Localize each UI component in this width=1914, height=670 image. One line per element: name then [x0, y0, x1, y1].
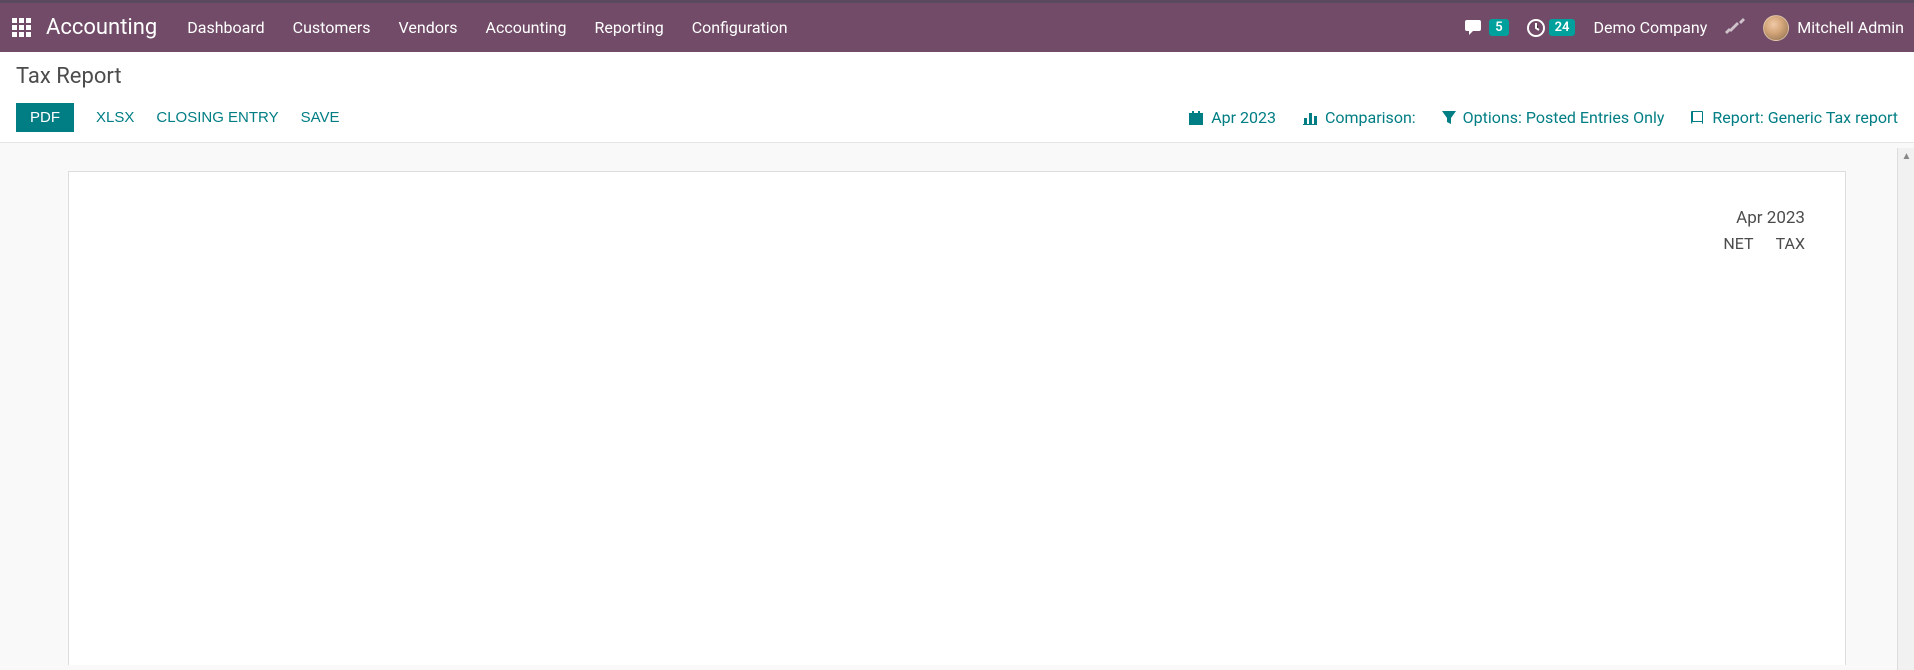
- action-buttons: PDF XLSX CLOSING ENTRY SAVE: [16, 103, 340, 132]
- save-button[interactable]: SAVE: [301, 109, 340, 126]
- calendar-icon: [1188, 110, 1204, 126]
- main-menu: Dashboard Customers Vendors Accounting R…: [187, 18, 787, 37]
- report-label: Report: Generic Tax report: [1712, 108, 1898, 127]
- report-header: Apr 2023 NET TAX: [109, 208, 1805, 253]
- activities-badge: 24: [1549, 19, 1576, 36]
- comparison-label: Comparison:: [1325, 108, 1416, 127]
- page-title: Tax Report: [16, 64, 1898, 89]
- col-tax: TAX: [1776, 234, 1805, 253]
- menu-dashboard[interactable]: Dashboard: [187, 18, 264, 37]
- control-panel: Tax Report PDF XLSX CLOSING ENTRY SAVE A…: [0, 52, 1914, 143]
- messages-badge: 5: [1489, 19, 1508, 36]
- pdf-button[interactable]: PDF: [16, 103, 74, 132]
- book-icon: [1690, 110, 1705, 125]
- options-label: Options: Posted Entries Only: [1463, 108, 1665, 127]
- scroll-up-icon[interactable]: ▲: [1898, 148, 1914, 165]
- content-area: Apr 2023 NET TAX: [0, 143, 1914, 665]
- menu-customers[interactable]: Customers: [293, 18, 371, 37]
- report-card: Apr 2023 NET TAX: [68, 171, 1846, 665]
- top-navbar: Accounting Dashboard Customers Vendors A…: [0, 0, 1914, 52]
- activities-button[interactable]: 24: [1527, 19, 1576, 37]
- chat-icon: [1465, 20, 1485, 36]
- filter-bar: Apr 2023 Comparison: Options: Posted Ent…: [1188, 108, 1898, 127]
- user-menu[interactable]: Mitchell Admin: [1763, 15, 1904, 41]
- comparison-filter[interactable]: Comparison:: [1302, 108, 1416, 127]
- filter-icon: [1442, 111, 1456, 125]
- xlsx-button[interactable]: XLSX: [96, 109, 134, 126]
- clock-icon: [1527, 19, 1545, 37]
- period-label: Apr 2023: [1211, 108, 1276, 127]
- report-subcolumns: NET TAX: [1723, 234, 1805, 253]
- debug-icon[interactable]: [1725, 16, 1745, 40]
- menu-configuration[interactable]: Configuration: [692, 18, 788, 37]
- period-filter[interactable]: Apr 2023: [1188, 108, 1276, 127]
- report-filter[interactable]: Report: Generic Tax report: [1690, 108, 1898, 127]
- closing-entry-button[interactable]: CLOSING ENTRY: [156, 109, 278, 126]
- menu-reporting[interactable]: Reporting: [594, 18, 663, 37]
- report-period-label: Apr 2023: [1723, 208, 1805, 228]
- bar-chart-icon: [1302, 110, 1318, 126]
- app-title[interactable]: Accounting: [46, 15, 157, 40]
- topbar-right: 5 24 Demo Company Mitchell Admin: [1465, 15, 1904, 41]
- apps-icon[interactable]: [12, 18, 32, 38]
- scrollbar[interactable]: ▲: [1897, 148, 1914, 670]
- messages-button[interactable]: 5: [1465, 19, 1508, 36]
- menu-accounting[interactable]: Accounting: [486, 18, 567, 37]
- report-period-column: Apr 2023 NET TAX: [1723, 208, 1805, 253]
- menu-vendors[interactable]: Vendors: [399, 18, 458, 37]
- options-filter[interactable]: Options: Posted Entries Only: [1442, 108, 1665, 127]
- avatar: [1763, 15, 1789, 41]
- user-name: Mitchell Admin: [1797, 18, 1904, 37]
- col-net: NET: [1723, 234, 1753, 253]
- company-selector[interactable]: Demo Company: [1593, 18, 1707, 37]
- action-row: PDF XLSX CLOSING ENTRY SAVE Apr 2023 Com…: [16, 103, 1898, 132]
